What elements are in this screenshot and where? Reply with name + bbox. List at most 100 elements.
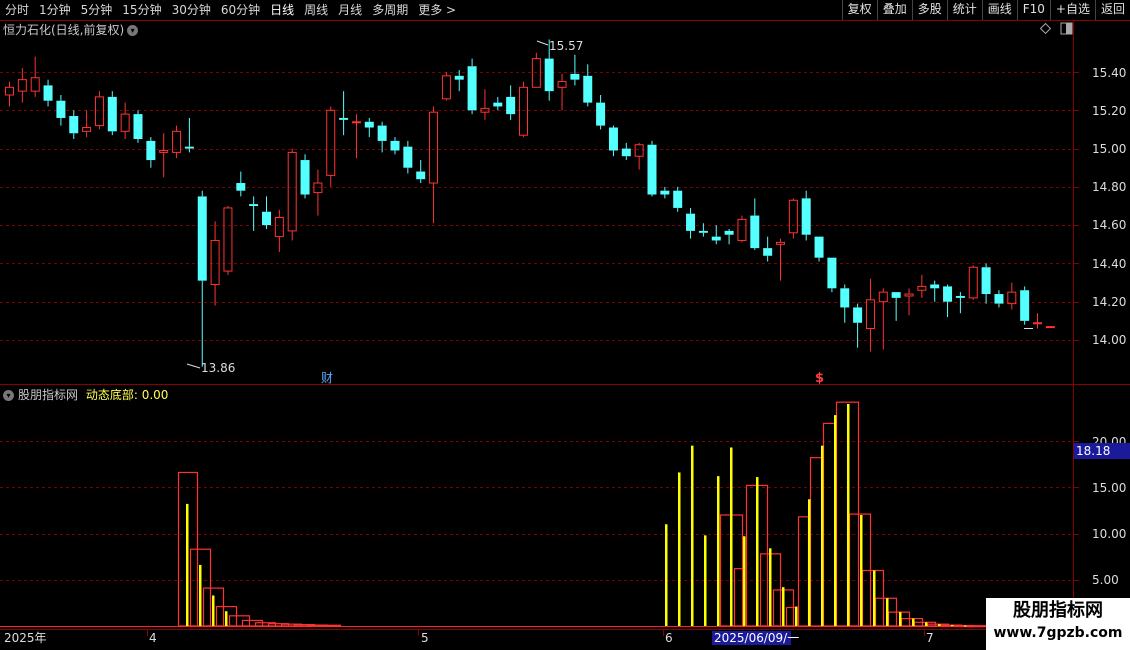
- candle-body: [878, 291, 888, 303]
- candle-body: [146, 140, 156, 161]
- candle: [968, 265, 978, 300]
- candle-body: [904, 293, 914, 297]
- finance-marker: 财: [321, 371, 333, 385]
- candle-body: [94, 96, 104, 127]
- candle: [737, 215, 747, 243]
- candle: [172, 125, 182, 159]
- yellow-bar: [834, 415, 837, 626]
- candle: [917, 274, 927, 298]
- y-tick-label: 15.40: [1092, 66, 1126, 80]
- yellow-bar: [925, 622, 928, 626]
- yellow-bar: [730, 447, 733, 626]
- candle-body: [107, 96, 117, 132]
- candle: [930, 280, 940, 302]
- candle: [223, 206, 233, 275]
- sub-grid: [0, 441, 1079, 627]
- candle-body: [262, 211, 271, 226]
- candle-body: [544, 58, 554, 92]
- candle: [313, 169, 323, 216]
- candle-body: [17, 79, 27, 92]
- candle-body: [82, 127, 92, 132]
- candle-body: [724, 230, 734, 235]
- candle-body: [43, 85, 53, 101]
- candle-body: [930, 284, 940, 289]
- candle-body: [840, 288, 850, 308]
- high-annotation: 15.57: [536, 39, 583, 53]
- candle-body: [493, 102, 503, 107]
- candle-body: [274, 216, 284, 238]
- candle: [865, 278, 875, 352]
- candle-body: [69, 116, 79, 134]
- yellow-bar: [821, 445, 824, 626]
- bottom-boxes-series: [177, 401, 989, 628]
- candle: [673, 186, 683, 212]
- candle: [416, 160, 426, 184]
- candle: [1020, 286, 1030, 325]
- y-tick-label: 5.00: [1092, 573, 1119, 587]
- kline-chart[interactable]: 15.40 15.20 15.00 14.80 14.60 14.40 14.2…: [0, 0, 1130, 650]
- candle: [287, 148, 297, 241]
- candle-body: [197, 196, 207, 281]
- candle-body: [853, 307, 863, 323]
- candle: [634, 142, 644, 170]
- candle: [994, 290, 1004, 308]
- candle: [43, 79, 53, 107]
- candle-body: [968, 266, 978, 299]
- diamond-icon[interactable]: [1039, 22, 1052, 35]
- yellow-bar: [964, 625, 967, 627]
- panel-toggle-icon[interactable]: [1060, 22, 1073, 35]
- yellow-bars-series: [186, 404, 967, 627]
- y-tick-label: 10.00: [1092, 527, 1126, 541]
- candle-body: [1020, 290, 1030, 321]
- candle: [981, 263, 991, 304]
- candle-body: [750, 215, 760, 249]
- candle: [441, 72, 451, 101]
- candle-body: [814, 236, 824, 258]
- candle: [801, 190, 811, 241]
- candle-body: [608, 127, 618, 151]
- candle: [454, 70, 464, 92]
- candle-body: [827, 257, 837, 289]
- candle: [467, 58, 477, 115]
- candle-body: [300, 160, 310, 195]
- candle-body: [583, 75, 593, 103]
- yellow-bar: [212, 595, 215, 626]
- candle-body: [133, 114, 143, 139]
- candle-body: [865, 299, 875, 330]
- date-label: 7: [926, 631, 934, 645]
- candle-body: [686, 213, 696, 231]
- yellow-bar: [912, 618, 915, 626]
- candle-body: [403, 146, 413, 168]
- candle: [159, 133, 169, 178]
- candle-body: [210, 239, 220, 285]
- y-tick-label: 14.80: [1092, 180, 1126, 194]
- y-tick-label: 14.40: [1092, 257, 1126, 271]
- candle: [1007, 282, 1017, 310]
- yellow-bar: [704, 535, 707, 626]
- candle-body: [159, 149, 169, 153]
- candle-body: [467, 66, 477, 111]
- candle: [506, 85, 516, 120]
- candle-body: [801, 198, 811, 235]
- candle: [1045, 326, 1055, 329]
- watermark-title: 股朋指标网: [1013, 600, 1103, 621]
- candle: [686, 207, 696, 239]
- candle: [570, 54, 580, 86]
- candle: [300, 154, 310, 199]
- yellow-bar: [717, 476, 720, 626]
- main-y-axis: 15.40 15.20 15.00 14.80 14.60 14.40 14.2…: [1092, 66, 1126, 347]
- candle: [750, 198, 760, 251]
- candle: [827, 257, 837, 293]
- candle-body: [454, 75, 464, 80]
- candlestick-series: [5, 39, 1055, 367]
- candle: [493, 96, 503, 111]
- candle: [429, 106, 439, 224]
- candle-body: [351, 121, 361, 124]
- candle: [351, 114, 361, 159]
- candle-body: [429, 111, 439, 184]
- candle-body: [917, 285, 927, 291]
- candle: [184, 117, 194, 153]
- y-tick-label: 15.20: [1092, 104, 1126, 118]
- candle-body: [56, 100, 66, 118]
- y-tick-label: 15.00: [1092, 142, 1126, 156]
